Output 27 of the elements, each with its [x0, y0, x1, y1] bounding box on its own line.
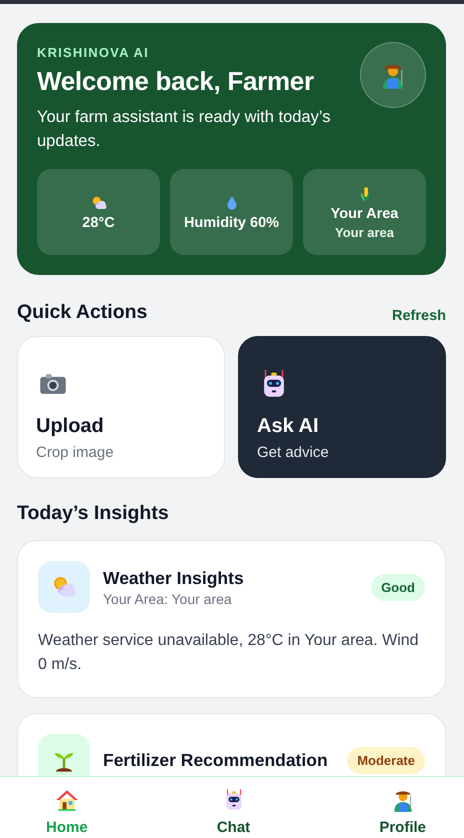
action-card[interactable]: Ask AI Get advice	[238, 336, 446, 478]
action-card[interactable]: Upload Crop image	[17, 336, 225, 478]
refresh-link[interactable]: Refresh	[392, 308, 446, 324]
action-title: Upload	[36, 415, 104, 438]
section-title: Today’s Insights	[17, 502, 170, 525]
insight-card[interactable]: Fertilizer Recommendation Moderate	[17, 713, 446, 776]
insight-title: Fertilizer Recommendation	[103, 750, 329, 770]
stat-label: Humidity 60%	[184, 214, 280, 230]
nav-tab[interactable]: Chat	[216, 777, 250, 838]
welcome-subtitle: Your farm assistant is ready with today’s updates.	[37, 107, 332, 152]
stat-sublabel: Your area	[334, 224, 394, 240]
insight-text: Weather service unavailable, 28°C in Your area. Wind 0 m/s.	[38, 631, 420, 675]
stat-label: 28°C	[82, 214, 115, 230]
section-title: Quick Actions	[17, 301, 148, 324]
action-subtitle: Crop image	[36, 444, 114, 461]
nav-tab[interactable]: Profile	[379, 777, 426, 838]
welcome-title: Welcome back, Farmer	[37, 66, 315, 97]
stat-label: Your Area	[330, 206, 398, 222]
insight-subtitle: Your Area: Your area	[103, 590, 233, 606]
brand-label: KRISHINOVA AI	[37, 45, 150, 60]
action-subtitle: Get advice	[257, 444, 329, 461]
status-badge: Good	[371, 574, 425, 600]
status-badge: Moderate	[347, 746, 425, 774]
insight-card[interactable]: Weather Insights Your Area: Your area Good Weather service unavailable, 28°C in Your area. Wind 0 m/s.	[17, 540, 446, 698]
insight-title: Weather Insights	[103, 568, 245, 588]
action-title: Ask AI	[257, 415, 319, 438]
weather-icon	[90, 194, 108, 212]
